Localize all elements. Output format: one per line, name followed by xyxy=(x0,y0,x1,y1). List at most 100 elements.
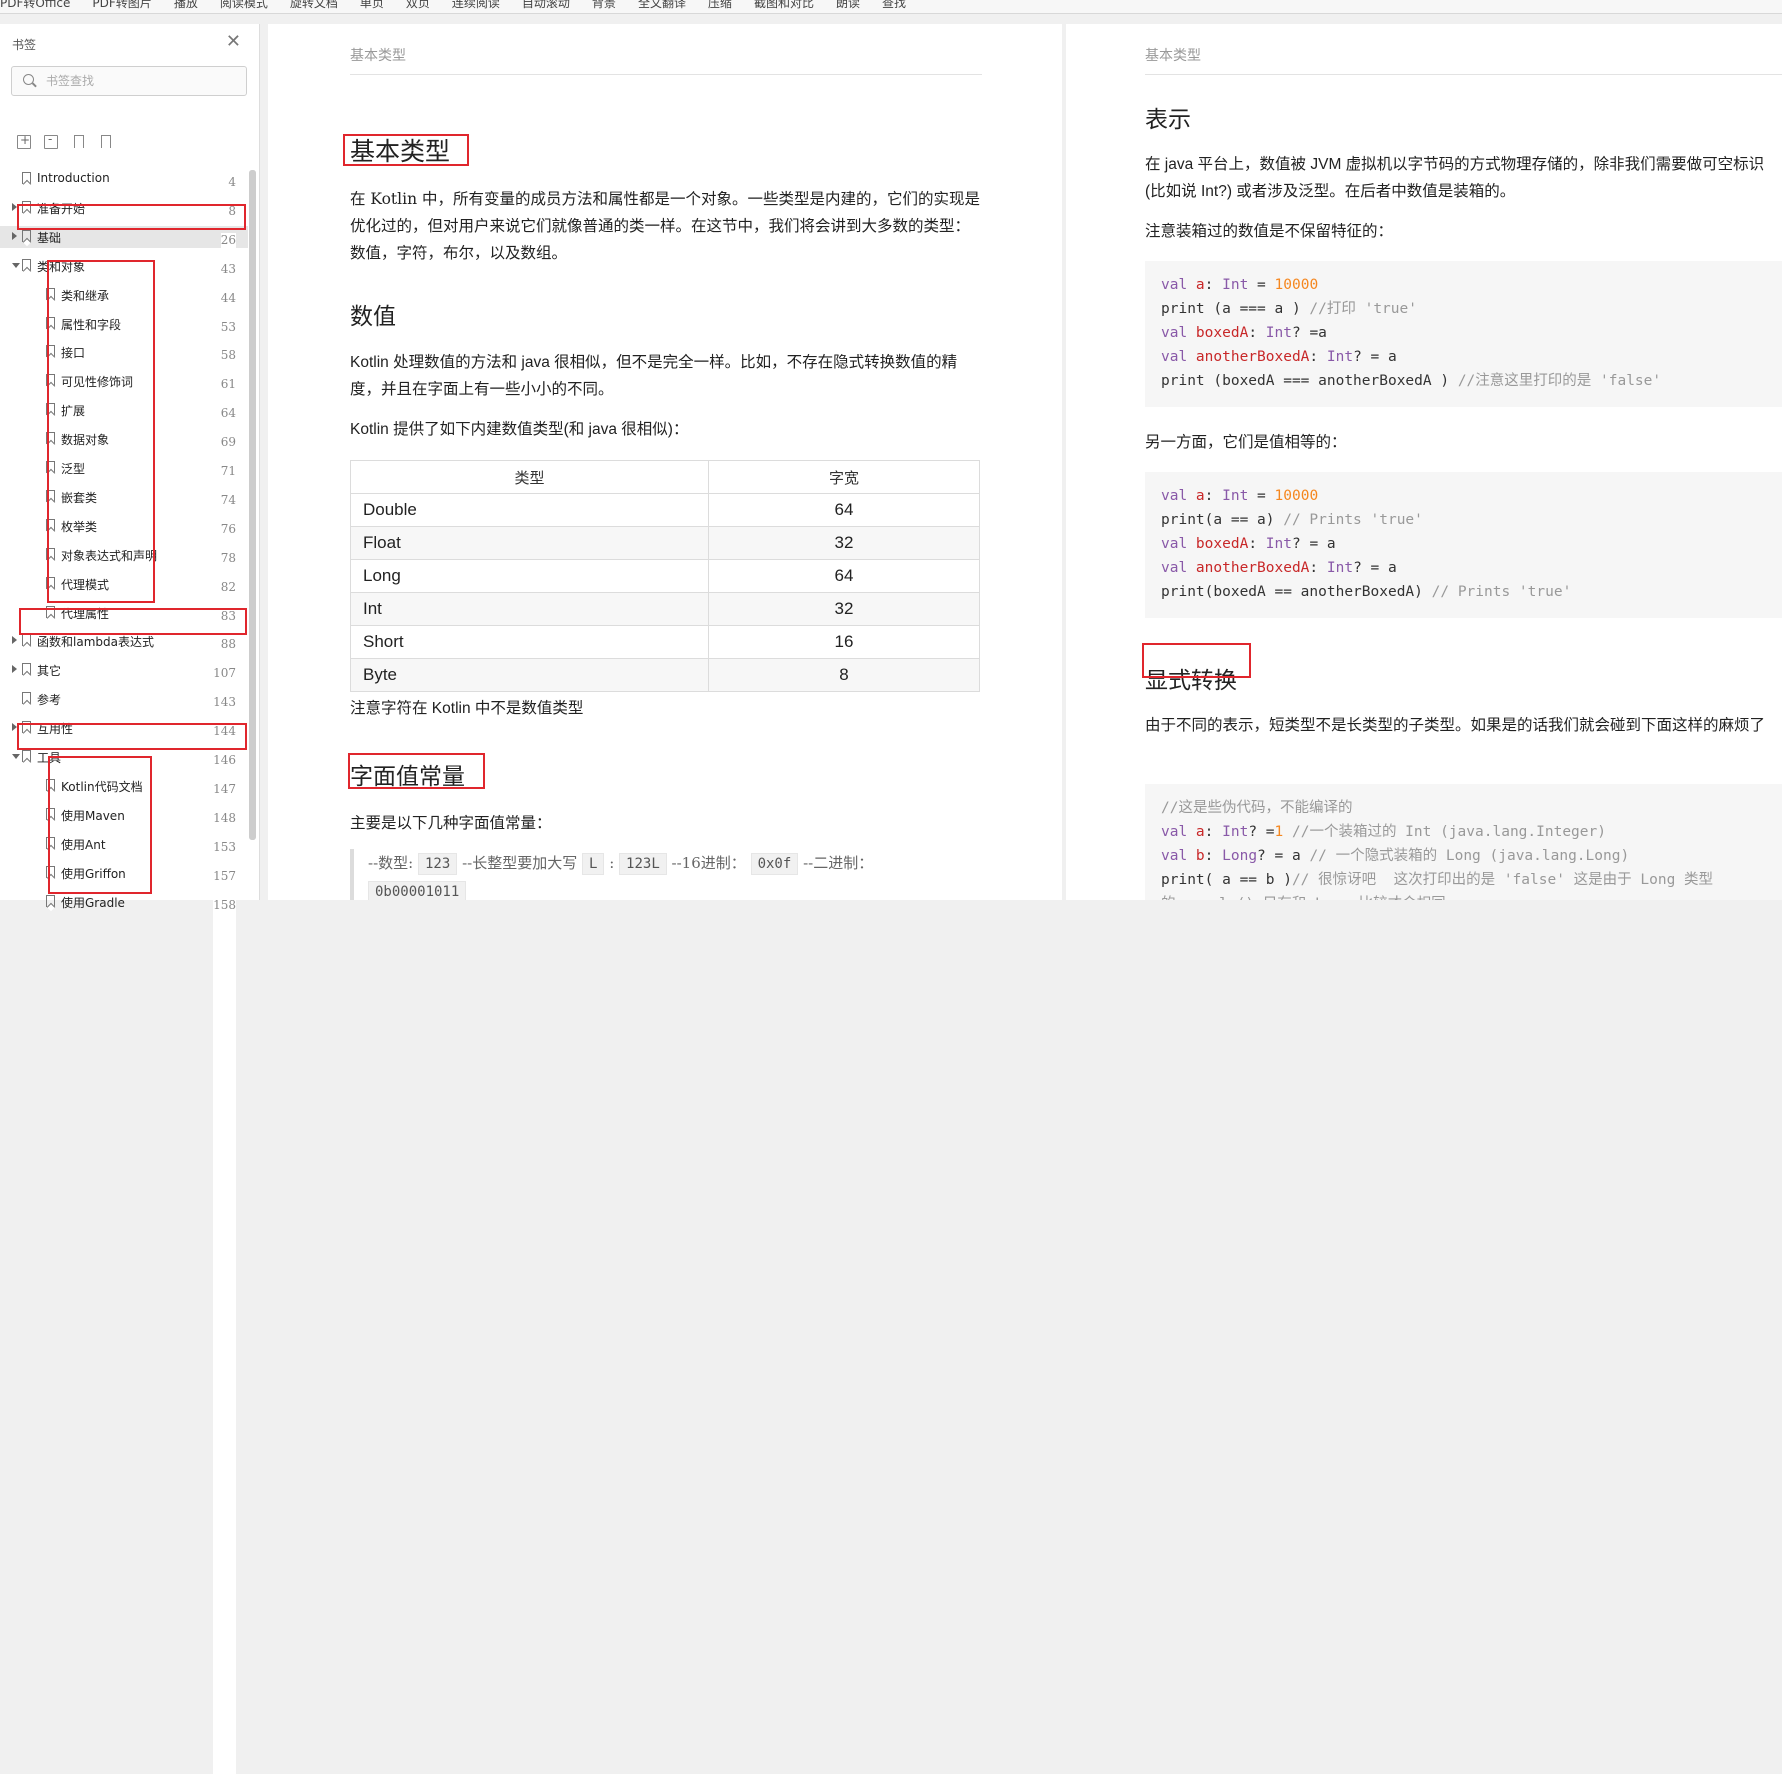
chevron-right-icon[interactable] xyxy=(12,231,17,240)
chevron-right-icon[interactable] xyxy=(12,202,17,211)
bookmark-icon xyxy=(46,403,55,416)
bookmark-item[interactable]: 代理模式 82 xyxy=(0,573,248,1456)
code-text: ? = a xyxy=(1353,349,1397,365)
bookmark-item[interactable]: 使用Ant 153 xyxy=(0,833,248,1716)
bookmark-item[interactable]: Introduction 4 xyxy=(0,168,248,1051)
table-header: 类型 xyxy=(350,460,709,494)
bookmark-search[interactable] xyxy=(11,66,247,96)
bookmark-label: 使用Gradle xyxy=(61,895,125,910)
bookmark-icon xyxy=(46,778,55,791)
bookmark-item[interactable]: 使用Maven 148 xyxy=(0,804,248,1687)
bookmark-item[interactable]: 泛型 71 xyxy=(0,457,248,1340)
toolbar-item[interactable]: 全文翻译 xyxy=(638,0,686,11)
bookmark-item[interactable]: 扩展 64 xyxy=(0,399,248,1283)
bookmark-item[interactable]: 接口 58 xyxy=(0,341,248,1225)
code-block-conversion: //这是些伪代码，不能编译的 val a: Int? =1 //一个装箱过的 In… xyxy=(1145,784,1782,900)
bookmark-item[interactable]: 其它 107 xyxy=(0,659,248,1543)
chevron-down-icon[interactable] xyxy=(12,262,20,268)
code-line: print (a === a ) //打印 'true' xyxy=(1161,297,1766,321)
toolbar-item[interactable]: 连续阅读 xyxy=(452,0,500,11)
add-bookmark-icon[interactable] xyxy=(71,135,85,149)
expand-all-icon[interactable] xyxy=(17,133,31,149)
bookmark-item[interactable]: 函数和lambda表达式 88 xyxy=(0,630,248,1514)
code-text: val xyxy=(1161,536,1196,552)
close-icon[interactable]: ✕ xyxy=(226,33,241,51)
bookmark-item[interactable]: 参考 143 xyxy=(0,688,248,1572)
bookmark-item[interactable]: 对象表达式和声明 78 xyxy=(0,544,248,1427)
bookmark-item[interactable]: 工具 146 xyxy=(0,746,248,1629)
bookmark-item[interactable]: 互用性 144 xyxy=(0,717,248,1601)
bookmark-item[interactable]: 嵌套类 74 xyxy=(0,486,248,1369)
code-type: Int xyxy=(1326,349,1354,365)
toolbar-items: PDF转Office PDF转图片 播放 阅读模式 旋转文档 单页 双页 连续阅读 自动滚动 背景… xyxy=(0,0,906,11)
code-type: Int xyxy=(1222,277,1249,293)
header-rule xyxy=(350,74,982,75)
width-cell: 64 xyxy=(708,559,980,593)
bookmark-label: 准备开始 xyxy=(37,201,86,216)
toolbar-item[interactable]: 压缩 xyxy=(708,0,732,11)
bookmark-label: 嵌套类 xyxy=(61,490,98,505)
code-text: val xyxy=(1161,848,1196,864)
document-page-left: 基本类型 基本类型 在 Kotlin 中，所有变量的成员方法和属性都是一个对象。… xyxy=(268,24,1062,900)
heading-literals: 字面值常量 xyxy=(350,764,465,790)
toolbar-item[interactable]: 背景 xyxy=(592,0,616,11)
bookmark-item[interactable]: 基础 26 xyxy=(0,225,248,1109)
toolbar-item[interactable]: 播放 xyxy=(174,0,198,11)
bookmark-item[interactable]: 类和对象 43 xyxy=(0,255,248,1138)
toolbar-item[interactable]: PDF转图片 xyxy=(92,0,151,11)
toolbar-item[interactable]: 阅读模式 xyxy=(220,0,268,11)
bookmark-icon xyxy=(22,721,31,734)
code-text: val xyxy=(1161,560,1196,576)
chevron-right-icon[interactable] xyxy=(12,636,17,645)
note-paragraph: 注意字符在 Kotlin 中不是数值类型 xyxy=(350,700,584,717)
bookmark-item[interactable]: 属性和字段 53 xyxy=(0,313,248,1196)
code-line: val a: Int = 10000 xyxy=(1161,273,1766,297)
collapse-all-icon[interactable] xyxy=(44,132,58,149)
toolbar-item[interactable]: PDF转Office xyxy=(0,0,70,11)
code-type: Int xyxy=(1265,536,1292,552)
bookmark-icon xyxy=(22,750,31,762)
bookmark-search-input[interactable] xyxy=(46,74,236,88)
toolbar-item[interactable]: 自动滚动 xyxy=(522,0,570,11)
bookmark-item[interactable]: 可见性修饰词 61 xyxy=(0,370,248,1254)
code-text: ? = a xyxy=(1291,536,1336,552)
sidebar-scrollbar[interactable] xyxy=(249,170,256,840)
bookmark-item[interactable]: Kotlin代码文档 147 xyxy=(0,775,248,1658)
code-text: print(a == a) xyxy=(1161,512,1284,528)
toolbar-item[interactable]: 截图和对比 xyxy=(754,0,814,11)
code-text: val xyxy=(1161,277,1196,293)
code-text: : xyxy=(1248,325,1266,341)
code-comment: // 很惊讶吧 这次打印出的是 'false' 这是由于 Long 类型 xyxy=(1291,872,1714,888)
code-text: ? =a xyxy=(1291,325,1327,341)
bookmark-item[interactable]: 代理属性 83 xyxy=(0,602,248,1485)
bookmark-item[interactable]: 数据对象 69 xyxy=(0,428,248,1312)
bookmark-item[interactable]: 类和继承 44 xyxy=(0,284,248,1167)
toolbar-item[interactable]: 查找 xyxy=(882,0,906,11)
code-text: : xyxy=(1309,349,1327,365)
bookmark-item[interactable]: 使用Gradle 158 xyxy=(0,891,248,1774)
bookmark-icon xyxy=(22,692,31,705)
toolbar-item[interactable]: 朗读 xyxy=(836,0,860,11)
chevron-right-icon[interactable] xyxy=(12,723,17,732)
table-row: Float 32 xyxy=(350,526,980,560)
toolbar-item[interactable]: 单页 xyxy=(360,0,384,11)
code-text: print(boxedA == anotherBoxedA) xyxy=(1161,584,1432,600)
bookmark-item[interactable]: 使用Griffon 157 xyxy=(0,862,248,1745)
code-variable: b xyxy=(1195,848,1205,864)
code-line: val a: Int = 10000 xyxy=(1161,484,1766,508)
bookmark-item[interactable]: 枚举类 76 xyxy=(0,515,248,1398)
width-cell: 32 xyxy=(708,592,980,626)
toolbar-item[interactable]: 旋转文档 xyxy=(290,0,338,11)
document-page-right: 基本类型 表示 在 java 平台上，数值被 JVM 虚拟机以字节码的方式物理存… xyxy=(1066,24,1782,900)
chevron-down-icon[interactable] xyxy=(12,754,20,759)
table-row: Double 64 xyxy=(350,493,980,527)
chevron-right-icon[interactable] xyxy=(12,665,17,674)
bookmark-label: 数据对象 xyxy=(61,433,110,448)
code-line: val anotherBoxedA: Int? = a xyxy=(1161,345,1766,369)
bookmark-icon[interactable] xyxy=(98,135,112,149)
heading-representation: 表示 xyxy=(1145,107,1191,133)
quote-text: --16进制： xyxy=(671,854,746,872)
bookmark-item[interactable]: 准备开始 8 xyxy=(0,197,248,1080)
code-text: print( a == b ) xyxy=(1161,872,1292,888)
toolbar-item[interactable]: 双页 xyxy=(406,0,430,11)
